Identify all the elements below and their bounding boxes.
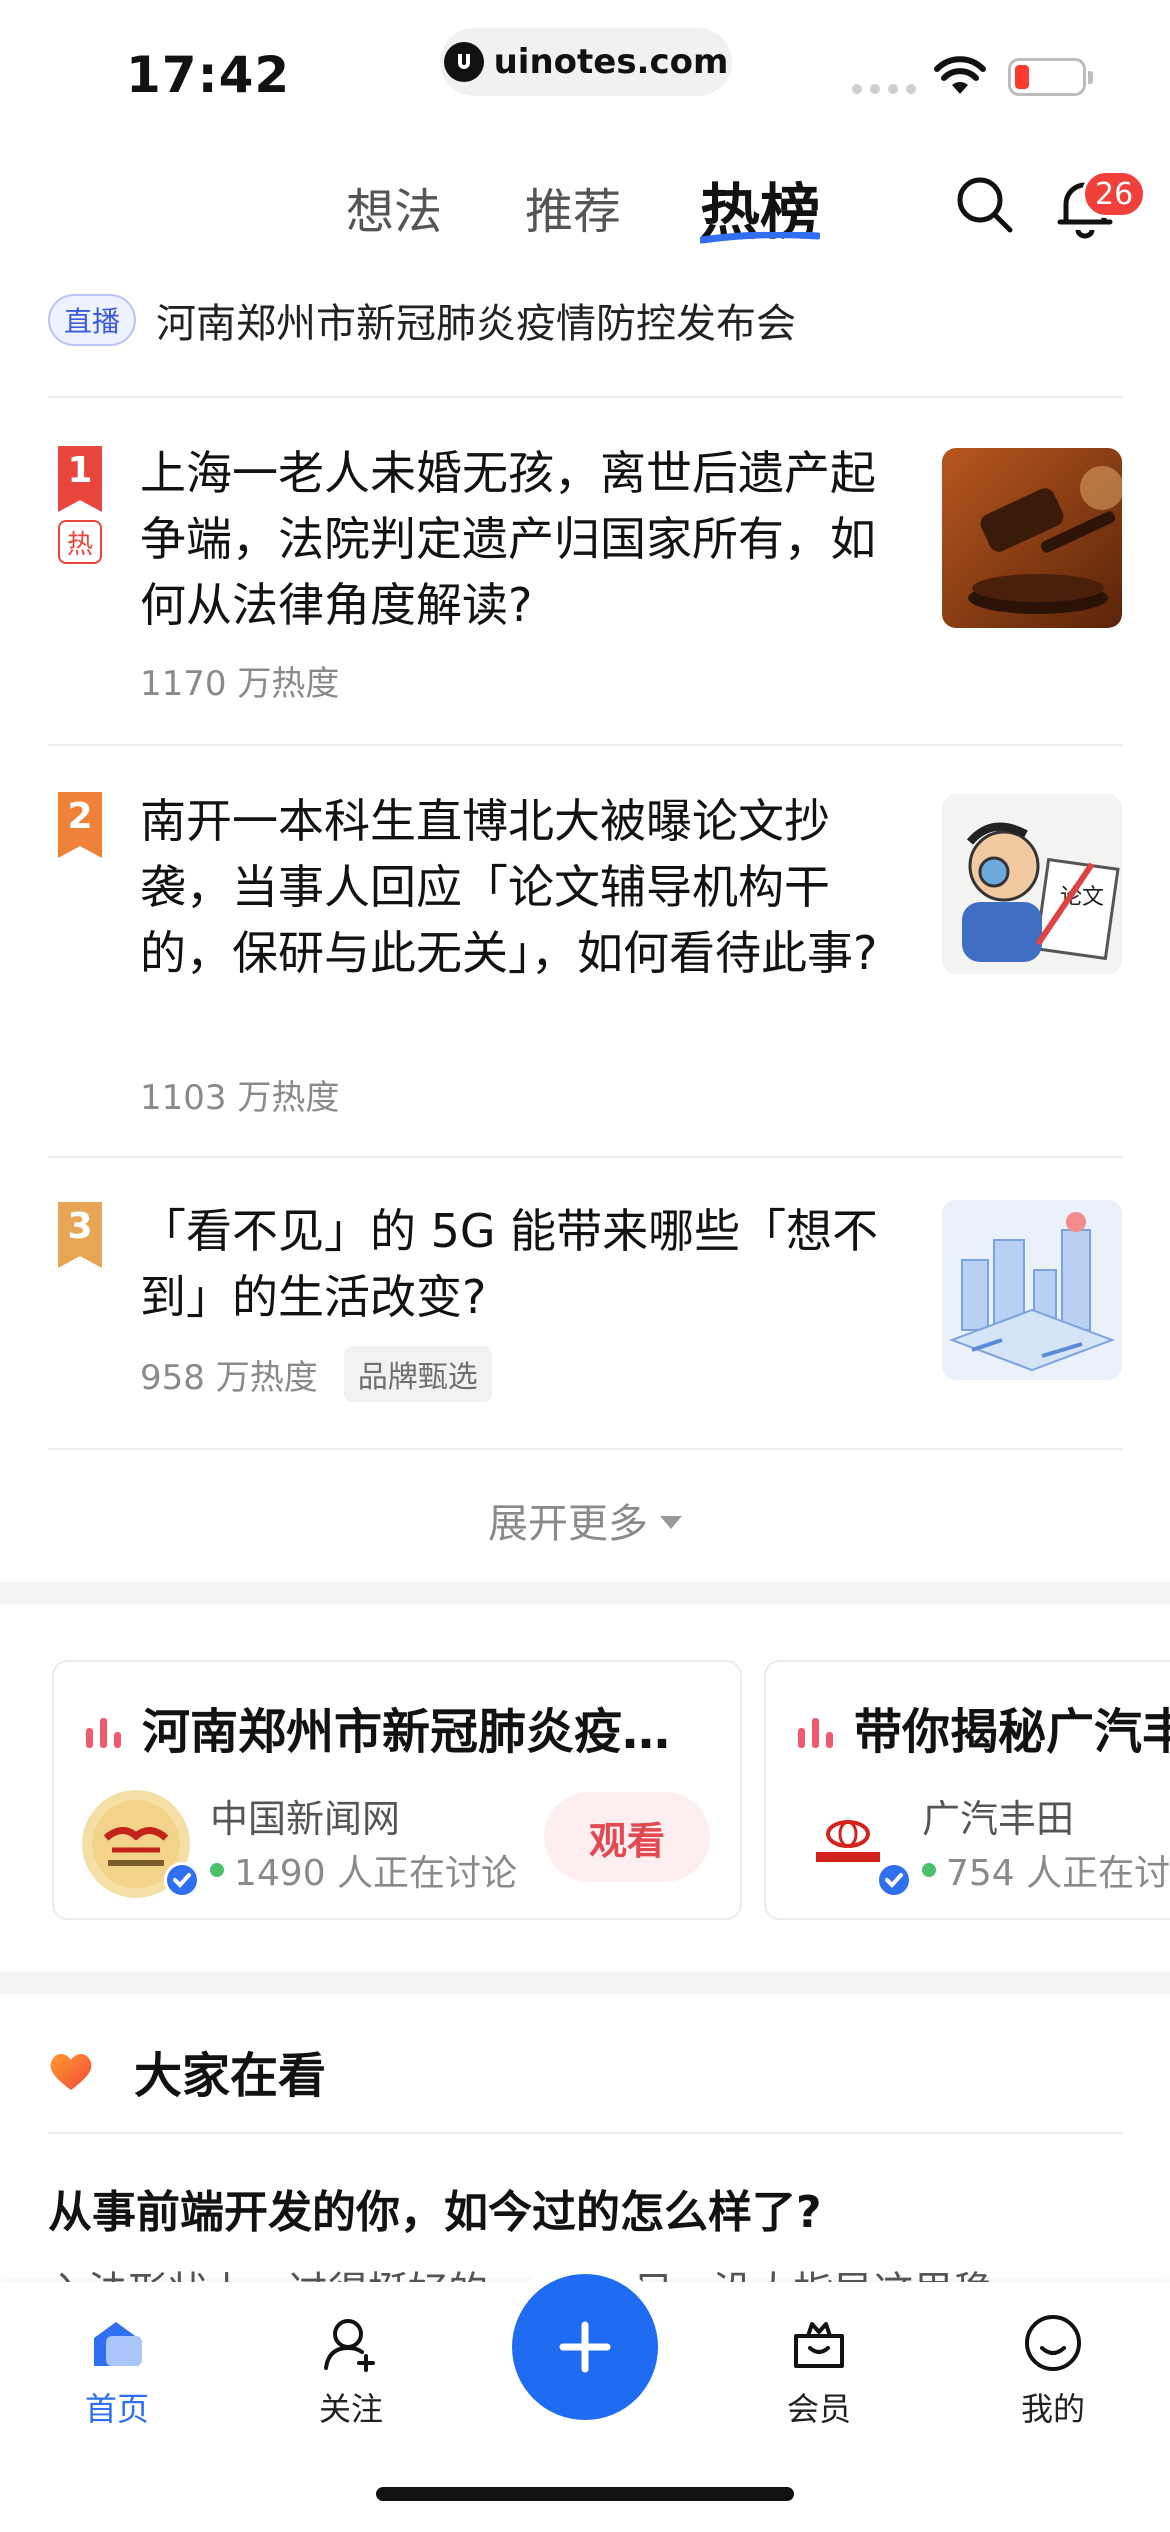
online-dot-icon	[922, 1863, 936, 1877]
live-banner[interactable]: 直播 河南郑州市新冠肺炎疫情防控发布会	[48, 294, 1122, 398]
live-card-2[interactable]: 带你揭秘广汽丰田 广汽丰田 754 人正在讨论	[764, 1660, 1170, 1920]
tab-label: 首页	[84, 2390, 149, 2428]
live-card-source: 广汽丰田	[922, 1797, 1075, 1841]
hot-list-item-3[interactable]: 3 「看不见」的 5G 能带来哪些「想不到」的生活改变? 958 万热度 品牌甄…	[48, 1158, 1122, 1450]
status-bar: 17:42 uinotes.com	[0, 0, 1170, 140]
tab-home[interactable]: 首页	[42, 2312, 192, 2430]
battery-icon	[1008, 58, 1093, 96]
hot-item-title: 上海一老人未婚无孩，离世后遗产起争端，法院判定遗产归国家所有，如何从法律角度解读…	[140, 446, 876, 632]
heart-icon	[50, 2054, 92, 2090]
follow-icon	[324, 2319, 375, 2372]
rank-badge: 2	[58, 792, 102, 858]
brand-tag: 品牌甄选	[343, 1346, 492, 1402]
section-title: 大家在看	[134, 2048, 327, 2104]
url-text: uinotes.com	[493, 42, 729, 82]
tab-ideas[interactable]: 想法	[346, 172, 442, 242]
create-post-button[interactable]	[512, 2274, 658, 2420]
hot-item-heat: 958 万热度 品牌甄选	[140, 1346, 492, 1402]
5g-city-thumbnail	[942, 1200, 1122, 1380]
watch-button[interactable]: 观看	[544, 1792, 710, 1882]
verified-badge-icon	[876, 1862, 912, 1898]
wifi-icon	[934, 56, 986, 94]
gavel-thumbnail	[942, 448, 1122, 628]
notification-count-badge: 26	[1082, 170, 1147, 218]
hot-item-heat: 1170 万热度	[140, 664, 340, 704]
live-card-title: 带你揭秘广汽丰田	[854, 1704, 1170, 1760]
rank-badge: 1	[58, 446, 102, 512]
site-logo-icon	[443, 42, 484, 82]
live-badge: 直播	[48, 294, 137, 346]
hot-item-title: 「看不见」的 5G 能带来哪些「想不到」的生活改变?	[140, 1204, 879, 1324]
cartoon-thumbnail: 论文	[942, 794, 1122, 974]
verified-badge-icon	[164, 1862, 200, 1898]
section-header: 大家在看	[48, 2030, 1122, 2134]
rank-badge: 3	[58, 1202, 102, 1268]
plus-icon	[559, 2321, 611, 2373]
section-divider	[0, 1972, 1170, 1994]
live-cards-carousel[interactable]: 河南郑州市新冠肺炎疫… 中国新闻网 1490 人正在讨论 观看 带你揭秘广汽丰田	[52, 1660, 1170, 1920]
hot-item-heat: 1103 万热度	[140, 1078, 340, 1118]
home-icon	[94, 2322, 142, 2366]
status-time: 17:42	[126, 46, 291, 104]
tab-vip[interactable]: 会员	[744, 2312, 894, 2430]
live-card-discussing: 1490 人正在讨论	[210, 1844, 517, 1896]
tab-label: 会员	[786, 2390, 851, 2428]
cellular-signal-icon	[852, 84, 916, 94]
tab-profile[interactable]: 我的	[978, 2312, 1128, 2430]
live-card-title: 河南郑州市新冠肺炎疫…	[142, 1704, 671, 1760]
expand-more-button[interactable]: 展开更多	[0, 1470, 1170, 1570]
tab-label: 我的	[1020, 2390, 1085, 2428]
tab-recommend[interactable]: 推荐	[525, 172, 621, 242]
profile-icon	[1025, 2315, 1081, 2371]
live-bars-icon	[798, 1718, 833, 1748]
question-title[interactable]: 从事前端开发的你，如今过的怎么样了?	[48, 2176, 822, 2240]
home-indicator	[376, 2487, 794, 2501]
online-dot-icon	[210, 1863, 224, 1877]
tab-follow[interactable]: 关注	[276, 2312, 426, 2430]
top-nav: 想法 推荐 热榜 26	[0, 150, 1170, 260]
url-pill[interactable]: uinotes.com	[440, 28, 732, 96]
hot-item-title: 南开一本科生直博北大被曝论文抄袭，当事人回应「论文辅导机构干的，保研与此无关」，…	[140, 794, 878, 980]
live-bars-icon	[86, 1718, 121, 1748]
hot-list-item-1[interactable]: 1 热 上海一老人未婚无孩，离世后遗产起争端，法院判定遗产归国家所有，如何从法律…	[48, 398, 1122, 746]
caret-down-icon	[660, 1515, 682, 1529]
live-banner-title: 河南郑州市新冠肺炎疫情防控发布会	[156, 301, 797, 347]
hot-list-item-2[interactable]: 2 南开一本科生直博北大被曝论文抄袭，当事人回应「论文辅导机构干的，保研与此无关…	[48, 746, 1122, 1158]
live-card-1[interactable]: 河南郑州市新冠肺炎疫… 中国新闻网 1490 人正在讨论 观看	[52, 1660, 742, 1920]
live-card-source: 中国新闻网	[210, 1797, 401, 1841]
hot-tag: 热	[58, 520, 102, 564]
search-icon[interactable]	[952, 172, 1016, 236]
expand-more-label: 展开更多	[488, 1501, 648, 1547]
live-card-discussing: 754 人正在讨论	[922, 1844, 1170, 1896]
section-divider	[0, 1582, 1170, 1604]
vip-icon	[794, 2322, 844, 2368]
active-tab-underline	[700, 232, 820, 244]
tab-label: 关注	[318, 2390, 383, 2428]
